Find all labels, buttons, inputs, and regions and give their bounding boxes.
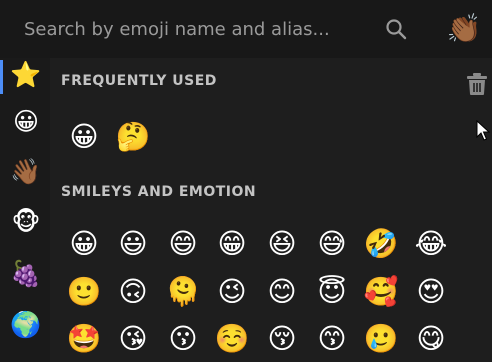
emoji-cell[interactable]: ☺️ — [212, 319, 252, 359]
emoji-cell[interactable]: 🤣 — [361, 224, 401, 264]
skin-tone-button[interactable]: 👏🏾 — [446, 11, 482, 47]
emoji-cell[interactable]: 🥲 — [361, 319, 401, 359]
emoji-cell[interactable]: 😊 — [262, 272, 302, 312]
category-people-icon[interactable]: 👋🏾 — [9, 155, 43, 189]
emoji-cell[interactable]: 😚 — [262, 319, 302, 359]
category-animals-icon[interactable]: 🐵 — [9, 205, 43, 239]
emoji-cell[interactable]: 😆 — [262, 224, 302, 264]
search-icon[interactable] — [384, 17, 408, 41]
emoji-cell[interactable]: 😋 — [411, 319, 451, 359]
search-bar: 👏🏾 — [0, 0, 492, 58]
emoji-cell[interactable]: 😉 — [212, 272, 252, 312]
emoji-cell[interactable]: 😅 — [312, 224, 352, 264]
emoji-cell[interactable]: 🙂 — [64, 272, 104, 312]
emoji-cell[interactable]: 🫠 — [163, 272, 203, 312]
emoji-grid-panel: FREQUENTLY USED 😀 🤔 SMILEYS AND EMOTION … — [50, 58, 492, 362]
emoji-cell[interactable]: 😀 — [64, 224, 104, 264]
emoji-cell[interactable]: 😄 — [163, 224, 203, 264]
scrollbar[interactable] — [486, 58, 492, 362]
emoji-cell[interactable]: 😍 — [411, 272, 451, 312]
emoji-cell[interactable]: 🤩 — [64, 319, 104, 359]
emoji-cell[interactable]: 😗 — [163, 319, 203, 359]
emoji-cell[interactable]: 😃 — [113, 224, 153, 264]
active-category-indicator — [0, 60, 3, 94]
emoji-cell[interactable]: 😂 — [411, 224, 451, 264]
category-food-icon[interactable]: 🍇 — [9, 257, 43, 291]
emoji-cell[interactable]: 😀 — [64, 117, 104, 157]
emoji-cell[interactable]: 🤔 — [113, 117, 153, 157]
emoji-cell[interactable]: 🙃 — [113, 272, 153, 312]
emoji-cell[interactable]: 😙 — [312, 319, 352, 359]
emoji-cell[interactable]: 🥰 — [361, 272, 401, 312]
category-rail: ⭐ 😀 👋🏾 🐵 🍇 🌍 — [0, 58, 50, 362]
search-input[interactable] — [12, 9, 396, 49]
category-travel-icon[interactable]: 🌍 — [9, 308, 43, 342]
section-title-smileys-and-emotion: SMILEYS AND EMOTION — [61, 184, 257, 200]
section-title-frequently-used: FREQUENTLY USED — [61, 73, 217, 89]
emoji-cell[interactable]: 😁 — [212, 224, 252, 264]
category-frequently-used-icon[interactable]: ⭐ — [9, 58, 43, 92]
clear-frequent-trash-icon[interactable] — [466, 72, 488, 96]
emoji-cell[interactable]: 😘 — [113, 319, 153, 359]
category-smileys-icon[interactable]: 😀 — [9, 105, 43, 139]
emoji-cell[interactable]: 😇 — [312, 272, 352, 312]
